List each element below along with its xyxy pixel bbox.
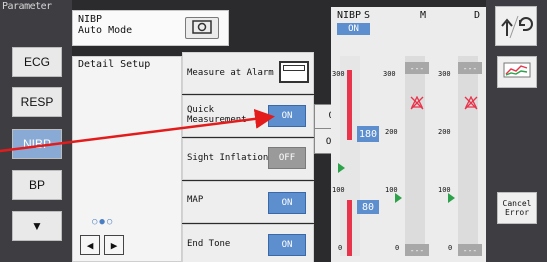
annotation-arrow <box>0 108 275 153</box>
